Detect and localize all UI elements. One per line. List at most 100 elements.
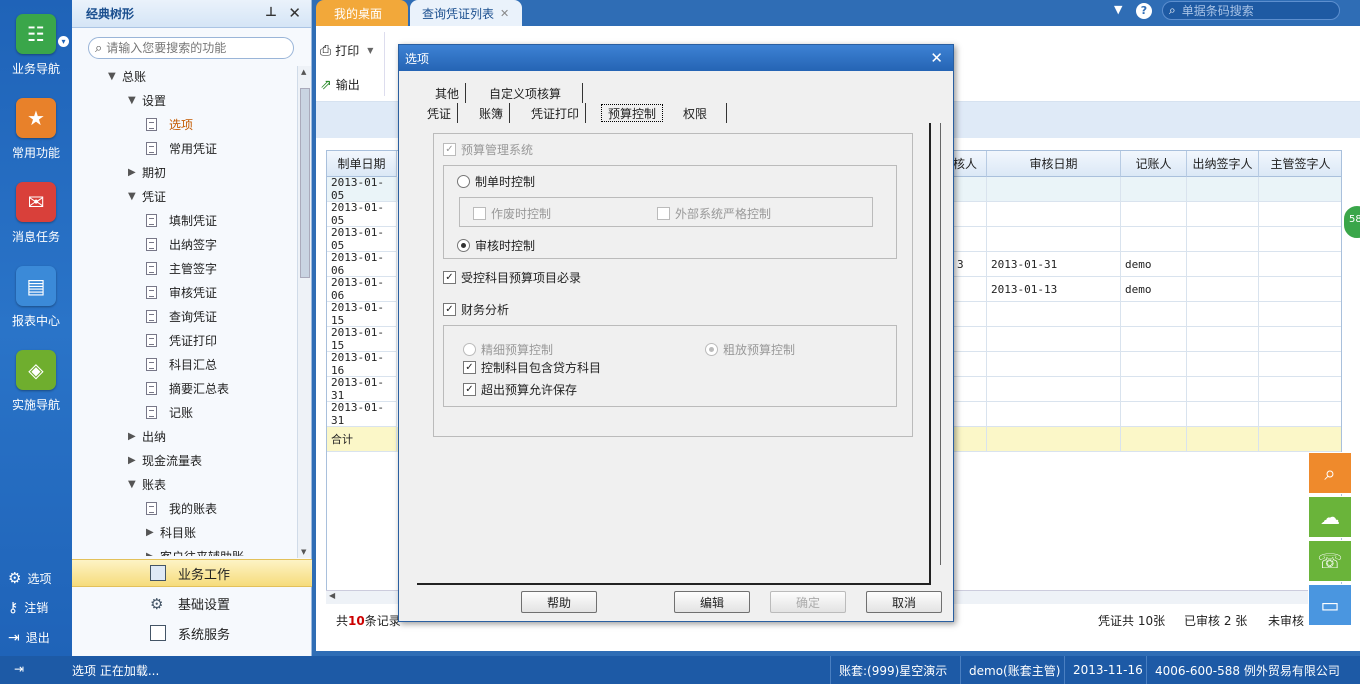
close-icon[interactable]: ✕ xyxy=(288,4,301,22)
tree-node[interactable]: 审核凭证 xyxy=(146,282,217,302)
float-chat-button[interactable]: ☏ xyxy=(1308,540,1352,582)
nav-business-work[interactable]: 业务工作 xyxy=(72,559,312,587)
tree-node[interactable]: 常用凭证 xyxy=(146,138,217,158)
finance-analysis-checkbox[interactable]: ✓ 财务分析 xyxy=(443,301,509,318)
tab-voucher-print[interactable]: 凭证打印 xyxy=(525,103,587,123)
chevron-right-icon[interactable]: ▶ xyxy=(128,455,142,466)
close-icon[interactable]: ✕ xyxy=(930,49,943,67)
tab-custom-item[interactable]: 自定义项核算 xyxy=(483,83,583,103)
float-message-button[interactable]: ▭ xyxy=(1308,584,1352,626)
collapse-icon[interactable]: ⇥ xyxy=(14,662,24,676)
tree-node[interactable]: 我的账表 xyxy=(146,498,217,518)
tree-scrollbar[interactable]: ▲ ▼ xyxy=(297,66,311,558)
float-search-button[interactable]: ⌕ xyxy=(1308,452,1352,494)
table-cell: 3 xyxy=(953,252,987,277)
column-header[interactable]: 审核日期 xyxy=(987,151,1121,177)
tree-node[interactable]: 查询凭证 xyxy=(146,306,217,326)
tree-node[interactable]: ▶ 期初 xyxy=(128,162,166,182)
column-header[interactable]: 出纳签字人 xyxy=(1187,151,1259,177)
rail-reports[interactable]: ▤ 报表中心 xyxy=(0,266,72,329)
chevron-right-icon[interactable]: ▶ xyxy=(146,551,160,557)
pin-icon[interactable]: ⊥ xyxy=(265,5,277,20)
tree-node[interactable]: ▶ 出纳 xyxy=(128,426,166,446)
rail-favorites[interactable]: ★ 常用功能 xyxy=(0,98,72,161)
rail-exit[interactable]: ⇥ 退出 xyxy=(8,629,50,646)
chevron-down-icon[interactable]: ▼ xyxy=(128,479,142,490)
column-header[interactable]: 制单日期 xyxy=(327,151,397,177)
tab-voucher-list[interactable]: 查询凭证列表 ✕ xyxy=(410,0,522,26)
chevron-right-icon[interactable]: ▶ xyxy=(128,167,142,178)
tree-search-input[interactable] xyxy=(106,41,277,55)
float-cloud-button[interactable]: ☁ xyxy=(1308,496,1352,538)
external-strict-checkbox[interactable]: 外部系统严格控制 xyxy=(657,205,771,222)
tab-voucher[interactable]: 凭证 xyxy=(421,103,459,123)
column-header[interactable]: 主管签字人 xyxy=(1259,151,1341,177)
ok-button-label: 确定 xyxy=(795,595,820,610)
tree-search[interactable]: ⌕ xyxy=(88,37,294,59)
void-control-checkbox[interactable]: 作废时控制 xyxy=(473,205,551,222)
radio-audit-control[interactable]: 审核时控制 xyxy=(457,237,535,254)
chevron-right-icon[interactable]: ▶ xyxy=(146,527,160,538)
tree-node[interactable]: ▶ 现金流量表 xyxy=(128,450,202,470)
rail-options[interactable]: ⚙ 选项 xyxy=(8,569,51,587)
tree-node[interactable]: 填制凭证 xyxy=(146,210,217,230)
tab-budget-control[interactable]: 预算控制 xyxy=(601,104,664,122)
tab-desktop[interactable]: 我的桌面 xyxy=(316,0,408,26)
tab-close-icon[interactable]: ✕ xyxy=(500,7,509,20)
scroll-down-icon[interactable]: ▼ xyxy=(301,548,306,556)
chevron-down-icon[interactable]: ▼ xyxy=(108,71,122,82)
tree-node[interactable]: 科目汇总 xyxy=(146,354,217,374)
message-icon: ▭ xyxy=(1320,593,1340,617)
scroll-left-icon[interactable]: ◀ xyxy=(329,591,335,600)
edit-button[interactable]: 编辑 xyxy=(674,591,750,613)
rail-messages[interactable]: ✉ 消息任务 xyxy=(0,182,72,245)
allow-over-budget-checkbox[interactable]: ✓ 超出预算允许保存 xyxy=(463,381,577,398)
radio-make-control[interactable]: 制单时控制 xyxy=(457,173,535,190)
chevron-down-icon[interactable]: ▼ xyxy=(128,191,142,202)
radio-fine-control[interactable]: 精细预算控制 xyxy=(463,341,553,358)
table-cell: 2013-01-13 xyxy=(987,277,1121,302)
tree-node[interactable]: ▼ 设置 xyxy=(128,90,166,110)
notification-badge[interactable]: 58 xyxy=(1342,204,1360,240)
tree-node[interactable]: ▼ 总账 xyxy=(108,66,146,86)
tree-node[interactable]: 选项 xyxy=(146,114,193,134)
required-item-checkbox[interactable]: ✓ 受控科目预算项目必录 xyxy=(443,269,581,286)
chevron-down-icon[interactable]: ▾ xyxy=(58,36,69,47)
radio-rough-control[interactable]: 粗放预算控制 xyxy=(705,341,795,358)
help-button[interactable]: 帮助 xyxy=(521,591,597,613)
tree-node[interactable]: ▶客户往来辅助账 xyxy=(146,546,244,557)
print-button[interactable]: ⎙ 打印 ▼ xyxy=(320,42,373,59)
tree-node[interactable]: 凭证打印 xyxy=(146,330,217,350)
tree-node[interactable]: 记账 xyxy=(146,402,193,422)
tab-permission[interactable]: 权限 xyxy=(677,103,727,123)
chevron-down-icon[interactable]: ▼ xyxy=(128,95,142,106)
tree-node[interactable]: ▼ 凭证 xyxy=(128,186,166,206)
barcode-search[interactable]: ⌕ 单据条码搜索 xyxy=(1162,1,1340,20)
ok-button[interactable]: 确定 xyxy=(770,591,846,613)
tab-other[interactable]: 其他 xyxy=(429,83,467,103)
tree-node[interactable]: 出纳签字 xyxy=(146,234,217,254)
column-header[interactable]: 核人 xyxy=(953,151,987,177)
help-button-label: 帮助 xyxy=(546,595,571,610)
tree-node-label: 常用凭证 xyxy=(169,141,218,156)
rail-logout[interactable]: ⚷ 注销 xyxy=(8,599,48,616)
nav-basic-settings[interactable]: ⚙ 基础设置 xyxy=(72,589,312,617)
scroll-thumb[interactable] xyxy=(300,88,310,278)
tree-node[interactable]: 主管签字 xyxy=(146,258,217,278)
chevron-right-icon[interactable]: ▶ xyxy=(128,431,142,442)
include-credit-checkbox[interactable]: ✓ 控制科目包含贷方科目 xyxy=(463,359,601,376)
scroll-up-icon[interactable]: ▲ xyxy=(301,68,306,76)
nav-system-service[interactable]: 系统服务 xyxy=(72,619,312,647)
cancel-button[interactable]: 取消 xyxy=(866,591,942,613)
column-header[interactable]: 记账人 xyxy=(1121,151,1187,177)
export-button[interactable]: ⇗ 输出 xyxy=(320,76,360,93)
tree-node-label: 客户往来辅助账 xyxy=(160,548,244,557)
help-icon[interactable]: ? xyxy=(1136,3,1152,19)
tree-node[interactable]: ▶ 科目账 xyxy=(146,522,196,542)
tree-node[interactable]: ▼ 账表 xyxy=(128,474,166,494)
tree-node[interactable]: 摘要汇总表 xyxy=(146,378,229,398)
rail-implementation[interactable]: ◈ 实施导航 xyxy=(0,350,72,413)
dropdown-icon[interactable]: ▼ xyxy=(1114,3,1122,16)
budget-mgmt-checkbox[interactable]: ✓ 预算管理系统 xyxy=(443,141,533,158)
tab-ledger[interactable]: 账簿 xyxy=(473,103,511,123)
